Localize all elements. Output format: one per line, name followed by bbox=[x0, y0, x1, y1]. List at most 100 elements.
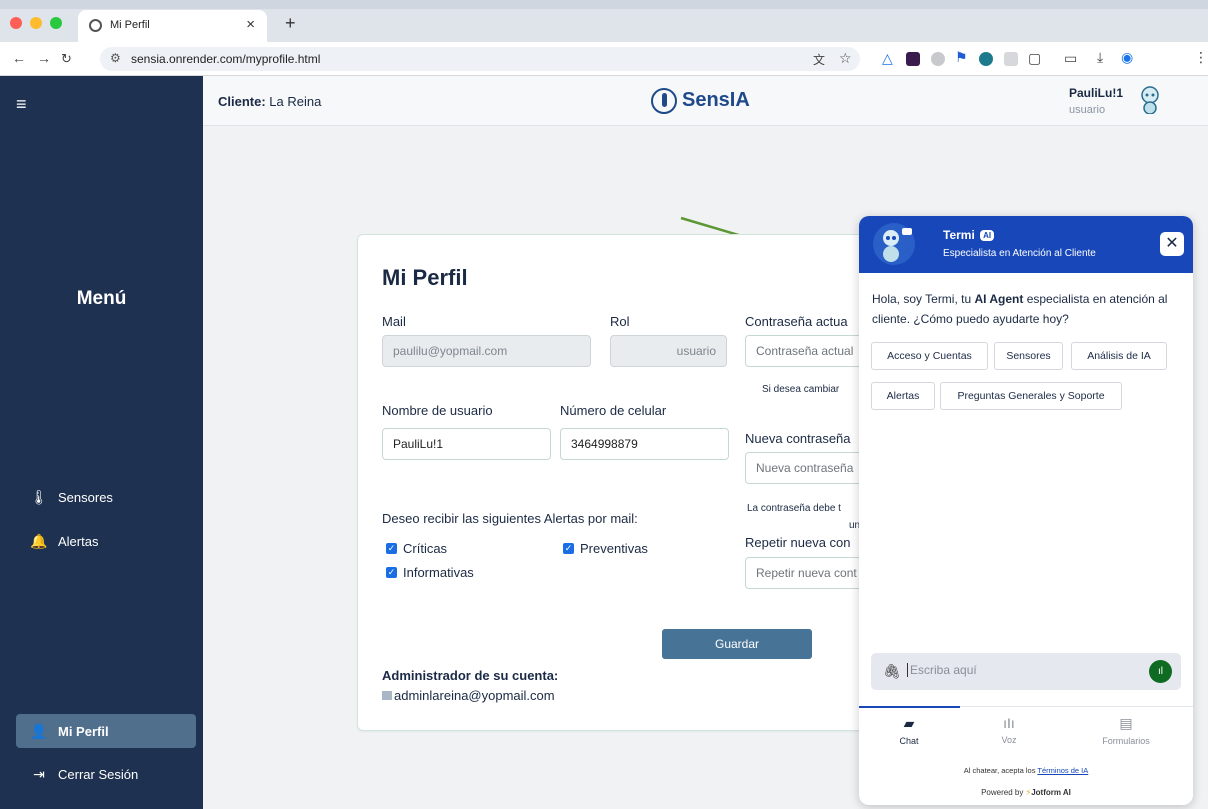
back-icon[interactable]: ← bbox=[12, 50, 26, 66]
phone-label: Número de celular bbox=[560, 403, 667, 418]
bell-icon: 🔔 bbox=[30, 532, 48, 549]
ai-badge: AI bbox=[980, 230, 995, 241]
voice-icon[interactable]: ıl bbox=[1149, 660, 1172, 683]
checkbox-label: Informativas bbox=[403, 565, 474, 580]
user-name: PauliLu!1 bbox=[1069, 86, 1124, 100]
sidebar-item-alertas[interactable]: 🔔 Alertas bbox=[16, 524, 196, 558]
download-icon[interactable]: ⤓ bbox=[1097, 49, 1103, 66]
attachment-icon[interactable]: 🖇 bbox=[883, 663, 901, 680]
sidebar: ≡ Menú 🌡 Sensores 🔔 Alertas 👤 Mi Perfil … bbox=[0, 76, 203, 809]
reload-icon[interactable]: ↻ bbox=[61, 51, 72, 67]
bookmark-star-icon[interactable]: ☆ bbox=[839, 50, 852, 67]
mail-field[interactable]: paulilu@yopmail.com bbox=[382, 335, 591, 367]
chat-header: Termi AI Especialista en Atención al Cli… bbox=[859, 216, 1193, 273]
active-tab-indicator bbox=[859, 706, 960, 708]
alerts-label: Deseo recibir las siguientes Alertas por… bbox=[382, 511, 638, 526]
save-button[interactable]: Guardar bbox=[662, 629, 812, 659]
checkmark-icon: ✓ bbox=[563, 543, 574, 554]
tab-formularios[interactable]: ▤ Formularios bbox=[1076, 715, 1176, 746]
user-icon: 👤 bbox=[30, 722, 48, 739]
sidebar-item-cerrar-sesion[interactable]: ⇥ Cerrar Sesión bbox=[16, 757, 196, 791]
sidebar-item-label: Cerrar Sesión bbox=[58, 766, 139, 782]
chat-input-placeholder: Escriba aquí bbox=[907, 663, 977, 677]
url-field[interactable]: ⚙ sensia.onrender.com/myprofile.html bbox=[100, 47, 860, 71]
terms-link[interactable]: Términos de IA bbox=[1037, 766, 1088, 775]
chip-acceso-cuentas[interactable]: Acceso y Cuentas bbox=[871, 342, 988, 370]
close-chat-button[interactable]: ✕ bbox=[1160, 232, 1184, 256]
terms-notice: Al chatear, acepta los Términos de IA bbox=[859, 766, 1193, 775]
maximize-window-button[interactable] bbox=[50, 17, 62, 29]
page-title: Mi Perfil bbox=[382, 265, 468, 290]
drive-extension-icon[interactable]: △ bbox=[882, 50, 893, 67]
site-settings-icon[interactable]: ⚙ bbox=[110, 51, 121, 65]
username-field[interactable]: PauliLu!1 bbox=[382, 428, 551, 460]
minimize-window-button[interactable] bbox=[30, 17, 42, 29]
logo-text: SensIA bbox=[682, 89, 750, 111]
powered-by: Powered by ⚡Jotform AI bbox=[859, 788, 1193, 797]
checkbox-preventivas[interactable]: ✓ Preventivas bbox=[563, 541, 648, 556]
admin-email: adminlareina@yopmail.com bbox=[394, 688, 555, 703]
app-header: Cliente: La Reina SensIA PauliLu!1 usuar… bbox=[203, 76, 1208, 126]
new-password-label: Nueva contraseña bbox=[745, 431, 851, 446]
tab-chat[interactable]: ▰ Chat bbox=[859, 715, 959, 746]
extension-icon[interactable]: ⚑ bbox=[955, 49, 968, 66]
checkbox-criticas[interactable]: ✓ Críticas bbox=[386, 541, 447, 556]
agent-message: Hola, soy Termi, tu AI Agent especialist… bbox=[872, 289, 1184, 329]
repeat-password-label: Repetir nueva con bbox=[745, 535, 851, 550]
chat-input-bar[interactable]: 🖇 Escriba aquí ıl bbox=[871, 653, 1181, 690]
thermometer-logo-icon bbox=[651, 88, 677, 114]
agent-subtitle: Especialista en Atención al Cliente bbox=[943, 248, 1096, 259]
sidebar-item-label: Alertas bbox=[58, 533, 99, 549]
forward-icon[interactable]: → bbox=[37, 50, 51, 66]
checkbox-label: Preventivas bbox=[580, 541, 648, 556]
extension-icon[interactable] bbox=[979, 52, 993, 66]
tab-label: Chat bbox=[899, 736, 919, 746]
close-tab-icon[interactable]: × bbox=[246, 16, 255, 33]
browser-menu-icon[interactable]: ⋮ bbox=[1194, 49, 1208, 66]
browser-tab[interactable]: Mi Perfil × bbox=[78, 10, 267, 42]
sidebar-item-mi-perfil[interactable]: 👤 Mi Perfil bbox=[16, 714, 196, 748]
menu-title: Menú bbox=[76, 288, 127, 309]
terms-text: Al chatear, acepta los bbox=[963, 766, 1038, 775]
puzzle-extensions-icon[interactable]: ▢ bbox=[1028, 50, 1041, 67]
tab-label: Voz bbox=[1001, 735, 1017, 745]
role-field[interactable]: usuario bbox=[610, 335, 727, 367]
user-role: usuario bbox=[1069, 104, 1106, 116]
current-password-label: Contraseña actua bbox=[745, 314, 848, 329]
voice-wave-icon: ıIı bbox=[1003, 715, 1015, 731]
checkbox-informativas[interactable]: ✓ Informativas bbox=[386, 565, 474, 580]
profile-icon[interactable]: ◉ bbox=[1121, 49, 1133, 66]
admin-label: Administrador de su cuenta: bbox=[382, 668, 559, 683]
chip-analisis-ia[interactable]: Análisis de IA bbox=[1071, 342, 1167, 370]
window-edge bbox=[0, 0, 1208, 9]
tab-label: Formularios bbox=[1102, 736, 1150, 746]
new-tab-icon[interactable]: + bbox=[285, 13, 296, 34]
checkbox-label: Críticas bbox=[403, 541, 448, 556]
translate-icon[interactable]: 文 bbox=[813, 51, 825, 68]
url-text: sensia.onrender.com/myprofile.html bbox=[131, 52, 321, 66]
chip-sensores[interactable]: Sensores bbox=[994, 342, 1063, 370]
password-rule-text: La contraseña debe t bbox=[747, 503, 841, 514]
sensia-logo[interactable]: SensIA bbox=[651, 86, 771, 116]
chip-preguntas-soporte[interactable]: Preguntas Generales y Soporte bbox=[940, 382, 1122, 410]
powered-brand[interactable]: Jotform AI bbox=[1031, 788, 1071, 797]
extension-icon[interactable] bbox=[906, 52, 920, 66]
camera-extension-icon[interactable] bbox=[1004, 52, 1018, 66]
user-card-icon bbox=[382, 691, 392, 700]
admin-email-row: adminlareina@yopmail.com bbox=[382, 688, 555, 703]
reading-list-icon[interactable]: ▭ bbox=[1064, 50, 1077, 67]
sidebar-item-sensores[interactable]: 🌡 Sensores bbox=[16, 480, 196, 514]
hamburger-menu-icon[interactable]: ≡ bbox=[16, 94, 27, 115]
tab-voz[interactable]: ıIı Voz bbox=[959, 715, 1059, 745]
phone-field[interactable]: 3464998879 bbox=[560, 428, 729, 460]
thermometer-icon: 🌡 bbox=[30, 488, 48, 505]
mail-label: Mail bbox=[382, 314, 406, 329]
agent-name: Termi bbox=[943, 228, 975, 242]
extension-icon[interactable] bbox=[931, 52, 945, 66]
chip-alertas[interactable]: Alertas bbox=[871, 382, 935, 410]
checkmark-icon: ✓ bbox=[386, 543, 397, 554]
tab-title: Mi Perfil bbox=[110, 19, 150, 31]
robot-avatar-icon[interactable] bbox=[1139, 86, 1161, 114]
message-text: Hola, soy Termi, tu bbox=[872, 292, 975, 306]
close-window-button[interactable] bbox=[10, 17, 22, 29]
